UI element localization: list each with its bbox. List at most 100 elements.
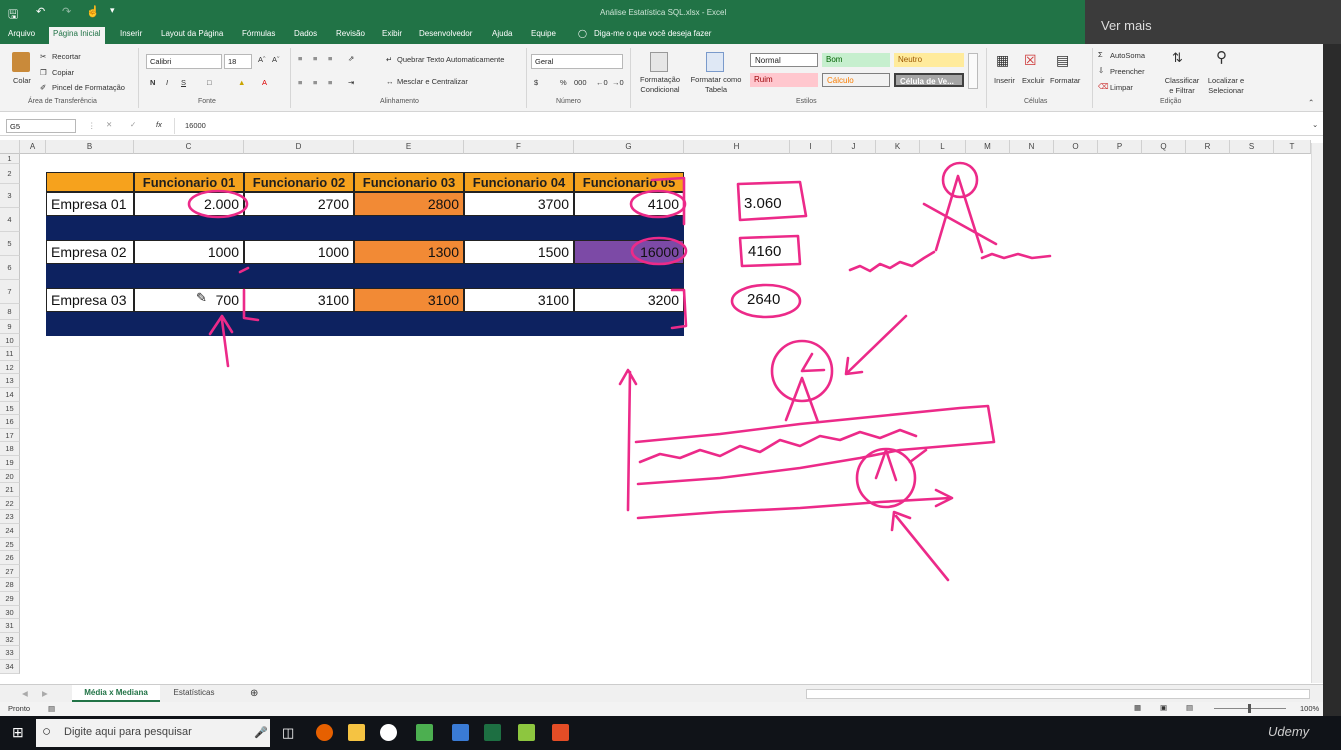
tab-arquivo[interactable]: Arquivo: [8, 29, 35, 38]
underline-button[interactable]: S: [181, 78, 186, 87]
tab-ajuda[interactable]: Ajuda: [492, 29, 512, 38]
fill-button[interactable]: Preencher: [1110, 67, 1145, 76]
increase-decimal-icon[interactable]: ←0: [596, 78, 608, 87]
macro-icon[interactable]: ▤: [48, 704, 55, 713]
orientation-icon[interactable]: ⇗: [348, 54, 354, 63]
scissors-icon[interactable]: ✂: [40, 52, 46, 61]
style-bom[interactable]: Bom: [822, 53, 890, 67]
thousands-icon[interactable]: 000: [574, 78, 587, 87]
align-bottom-icon[interactable]: ≡: [328, 54, 332, 63]
find-icon[interactable]: ⚲: [1216, 48, 1227, 66]
maps-icon[interactable]: [380, 724, 397, 741]
sort-filter-icon[interactable]: ⇅: [1172, 50, 1183, 66]
sheet-tab-media-mediana[interactable]: Média x Mediana: [72, 685, 160, 702]
fill-color-icon[interactable]: ▲: [238, 78, 245, 87]
worksheet-grid[interactable]: ABCDEFGHIJKLMNOPQRST 1 2 3 4 5 6 7 8 9 10 11 12 13 14…: [0, 140, 1311, 684]
undo-icon[interactable]: ↶: [36, 5, 45, 18]
notepad-icon[interactable]: [416, 724, 433, 741]
cut-button[interactable]: Recortar: [52, 52, 81, 61]
align-left-icon[interactable]: ≡: [298, 78, 302, 87]
grow-font-icon[interactable]: Aˆ: [258, 55, 266, 64]
tab-pagina-inicial[interactable]: Página Inicial: [49, 27, 105, 44]
styles-scroll[interactable]: [968, 53, 978, 89]
delete-cells-button[interactable]: Excluir: [1022, 76, 1045, 85]
paste-button[interactable]: Colar: [13, 76, 31, 85]
format-cells-icon[interactable]: ▤: [1056, 52, 1069, 69]
next-sheet-icon[interactable]: ▶: [42, 689, 48, 698]
font-name-select[interactable]: Calibri: [146, 54, 222, 69]
format-as-table-button[interactable]: Formatar como Tabela: [686, 75, 746, 95]
cancel-formula-icon[interactable]: ✕: [106, 120, 112, 129]
shrink-font-icon[interactable]: Aˇ: [272, 55, 280, 64]
italic-button[interactable]: I: [166, 78, 168, 87]
sheet-tab-estatisticas[interactable]: Estatísticas: [162, 685, 226, 702]
customize-toolbar-icon[interactable]: ▾: [110, 5, 115, 16]
conditional-format-button[interactable]: Formatação Condicional: [634, 75, 686, 95]
camtasia-icon[interactable]: [518, 724, 535, 741]
style-normal[interactable]: Normal: [750, 53, 818, 67]
style-celula-verificacao[interactable]: Célula de Ve...: [894, 73, 964, 87]
touch-mode-icon[interactable]: ☝: [86, 5, 100, 18]
brush-icon[interactable]: ✐: [40, 83, 46, 92]
formula-input[interactable]: 16000: [174, 118, 1310, 134]
clear-button[interactable]: Limpar: [1110, 83, 1133, 92]
percent-icon[interactable]: %: [560, 78, 567, 87]
excel-taskbar-icon[interactable]: [484, 724, 501, 741]
enter-formula-icon[interactable]: ✓: [130, 120, 136, 129]
find-select-button[interactable]: Localizar e Selecionar: [1204, 76, 1248, 96]
firefox-icon[interactable]: [316, 724, 333, 741]
copy-icon[interactable]: ❐: [40, 68, 47, 77]
zoom-thumb[interactable]: [1248, 704, 1251, 713]
name-box[interactable]: G5: [6, 119, 76, 133]
app-icon[interactable]: [452, 724, 469, 741]
align-right-icon[interactable]: ≡: [328, 78, 332, 87]
sort-filter-button[interactable]: Classificar e Filtrar: [1162, 76, 1202, 96]
tab-revisao[interactable]: Revisão: [336, 29, 365, 38]
font-size-select[interactable]: 18: [224, 54, 252, 69]
delete-cells-icon[interactable]: ☒: [1024, 52, 1037, 69]
expand-formula-icon[interactable]: ⌄: [1312, 120, 1318, 129]
save-icon[interactable]: 🖫: [8, 5, 18, 26]
page-layout-icon[interactable]: ▣: [1160, 703, 1167, 712]
autosum-button[interactable]: AutoSoma: [1110, 51, 1145, 60]
paste-icon[interactable]: [12, 52, 30, 72]
tab-inserir[interactable]: Inserir: [120, 29, 142, 38]
page-break-icon[interactable]: ▤: [1186, 703, 1193, 712]
align-center-icon[interactable]: ≡: [313, 78, 317, 87]
style-ruim[interactable]: Ruim: [750, 73, 818, 87]
horizontal-scrollbar[interactable]: [806, 689, 1310, 699]
tab-formulas[interactable]: Fórmulas: [242, 29, 275, 38]
font-color-icon[interactable]: A: [262, 78, 267, 87]
windows-start-icon[interactable]: ⊞: [12, 724, 24, 741]
prev-sheet-icon[interactable]: ◀: [22, 689, 28, 698]
tab-layout[interactable]: Layout da Página: [161, 29, 223, 38]
style-calculo[interactable]: Cálculo: [822, 73, 890, 87]
vertical-scrollbar[interactable]: [1311, 143, 1323, 683]
wrap-text-button[interactable]: Quebrar Texto Automaticamente: [397, 55, 504, 64]
conditional-format-icon[interactable]: [650, 52, 668, 72]
copy-button[interactable]: Copiar: [52, 68, 74, 77]
merge-center-button[interactable]: Mesclar e Centralizar: [397, 77, 468, 86]
currency-icon[interactable]: $: [534, 78, 538, 87]
zoom-level[interactable]: 100%: [1300, 704, 1319, 713]
number-format-select[interactable]: Geral: [531, 54, 623, 69]
bold-button[interactable]: N: [150, 78, 155, 87]
collapse-ribbon-icon[interactable]: ⌃: [1308, 98, 1314, 107]
ver-mais-panel[interactable]: Ver mais: [1085, 0, 1341, 46]
align-middle-icon[interactable]: ≡: [313, 54, 317, 63]
taskbar-search[interactable]: ○ Digite aqui para pesquisar: [36, 719, 270, 747]
decrease-decimal-icon[interactable]: →0: [612, 78, 624, 87]
borders-icon[interactable]: □: [207, 78, 212, 87]
tab-equipe[interactable]: Equipe: [531, 29, 556, 38]
tab-dados[interactable]: Dados: [294, 29, 317, 38]
tell-me-box[interactable]: Diga-me o que você deseja fazer: [594, 29, 711, 38]
format-cells-button[interactable]: Formatar: [1050, 76, 1080, 85]
task-view-icon[interactable]: ◫: [282, 725, 294, 741]
format-painter-button[interactable]: Pincel de Formatação: [52, 83, 125, 92]
insert-cells-button[interactable]: Inserir: [994, 76, 1015, 85]
tab-exibir[interactable]: Exibir: [382, 29, 402, 38]
fx-label[interactable]: fx: [156, 120, 162, 129]
normal-view-icon[interactable]: ▦: [1134, 703, 1141, 712]
add-sheet-icon[interactable]: ⊕: [250, 688, 258, 699]
microphone-icon[interactable]: 🎤: [254, 726, 268, 739]
